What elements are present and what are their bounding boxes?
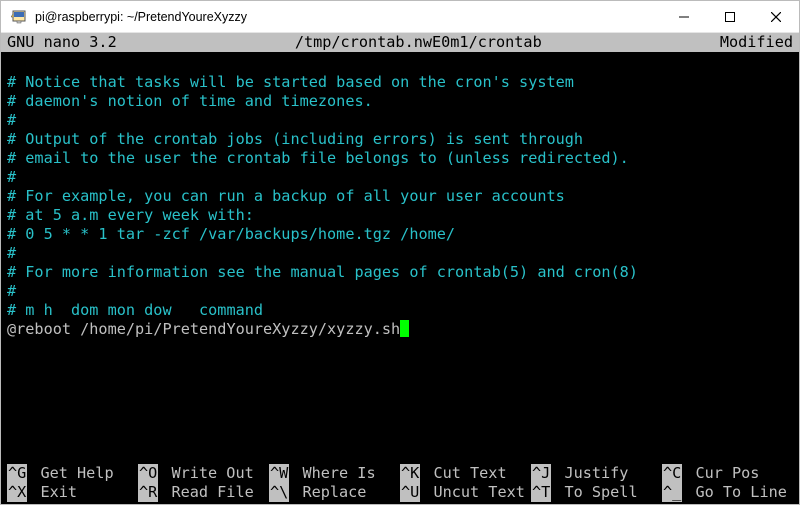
app-window: pi@raspberrypi: ~/PretendYoureXyzzy GNU … <box>0 0 800 505</box>
nano-header-bar: GNU nano 3.2 /tmp/crontab.nwE0m1/crontab… <box>1 33 799 52</box>
maximize-button[interactable] <box>707 1 753 32</box>
nano-filepath: /tmp/crontab.nwE0m1/crontab <box>117 33 720 52</box>
shortcut-item: ^J Justify <box>531 464 662 483</box>
minimize-icon <box>679 12 689 22</box>
editor-line: # at 5 a.m every week with: <box>7 206 793 225</box>
shortcut-label: Get Help <box>31 464 113 483</box>
shortcut-label: Replace <box>293 483 366 502</box>
editor-line: # For more information see the manual pa… <box>7 263 793 282</box>
editor-line: # <box>7 282 793 301</box>
editor-line: # For example, you can run a backup of a… <box>7 187 793 206</box>
shortcut-label: Where Is <box>293 464 375 483</box>
editor-line: # 0 5 * * 1 tar -zcf /var/backups/home.t… <box>7 225 793 244</box>
shortcut-label: Cur Pos <box>686 464 759 483</box>
editor-content[interactable]: # Notice that tasks will be started base… <box>1 52 799 464</box>
shortcut-key: ^G <box>7 464 27 483</box>
editor-line: # Notice that tasks will be started base… <box>7 73 793 92</box>
shortcut-item: ^W Where Is <box>269 464 400 483</box>
terminal-area[interactable]: GNU nano 3.2 /tmp/crontab.nwE0m1/crontab… <box>1 33 799 504</box>
editor-line: # daemon's notion of time and timezones. <box>7 92 793 111</box>
shortcut-item: ^T To Spell <box>531 483 662 502</box>
text-cursor <box>400 320 409 337</box>
shortcut-key: ^J <box>531 464 551 483</box>
shortcut-key: ^X <box>7 483 27 502</box>
editor-line: @reboot /home/pi/PretendYoureXyzzy/xyzzy… <box>7 320 793 339</box>
shortcut-label: Write Out <box>162 464 253 483</box>
editor-line: # email to the user the crontab file bel… <box>7 149 793 168</box>
shortcut-key: ^O <box>138 464 158 483</box>
shortcut-item: ^\ Replace <box>269 483 400 502</box>
shortcut-key: ^U <box>400 483 420 502</box>
shortcut-bar: ^G Get Help^O Write Out^W Where Is^K Cut… <box>1 464 799 502</box>
shortcut-item: ^U Uncut Text <box>400 483 531 502</box>
editor-line: # <box>7 244 793 263</box>
window-controls <box>661 1 799 32</box>
shortcut-item: ^_ Go To Line <box>662 483 793 502</box>
shortcut-key: ^R <box>138 483 158 502</box>
shortcut-key: ^W <box>269 464 289 483</box>
shortcut-label: To Spell <box>555 483 637 502</box>
shortcut-key: ^_ <box>662 483 682 502</box>
close-icon <box>771 12 781 22</box>
shortcut-item: ^G Get Help <box>7 464 138 483</box>
editor-line <box>7 54 793 73</box>
maximize-icon <box>725 12 735 22</box>
shortcut-label: Exit <box>31 483 77 502</box>
shortcut-key: ^T <box>531 483 551 502</box>
shortcut-key: ^C <box>662 464 682 483</box>
minimize-button[interactable] <box>661 1 707 32</box>
shortcut-item: ^C Cur Pos <box>662 464 793 483</box>
shortcut-label: Cut Text <box>424 464 506 483</box>
shortcut-label: Go To Line <box>686 483 787 502</box>
editor-line: # m h dom mon dow command <box>7 301 793 320</box>
close-button[interactable] <box>753 1 799 32</box>
shortcut-key: ^\ <box>269 483 289 502</box>
shortcut-label: Read File <box>162 483 253 502</box>
shortcut-item: ^X Exit <box>7 483 138 502</box>
editor-line: # <box>7 111 793 130</box>
shortcut-item: ^R Read File <box>138 483 269 502</box>
shortcut-key: ^K <box>400 464 420 483</box>
editor-line: # <box>7 168 793 187</box>
shortcut-label: Justify <box>555 464 628 483</box>
nano-status: Modified <box>720 33 793 52</box>
shortcut-item: ^K Cut Text <box>400 464 531 483</box>
window-title: pi@raspberrypi: ~/PretendYoureXyzzy <box>35 10 661 24</box>
window-titlebar[interactable]: pi@raspberrypi: ~/PretendYoureXyzzy <box>1 1 799 33</box>
shortcut-item: ^O Write Out <box>138 464 269 483</box>
putty-icon <box>11 9 27 25</box>
shortcut-label: Uncut Text <box>424 483 525 502</box>
editor-line: # Output of the crontab jobs (including … <box>7 130 793 149</box>
nano-version: GNU nano 3.2 <box>7 33 117 52</box>
